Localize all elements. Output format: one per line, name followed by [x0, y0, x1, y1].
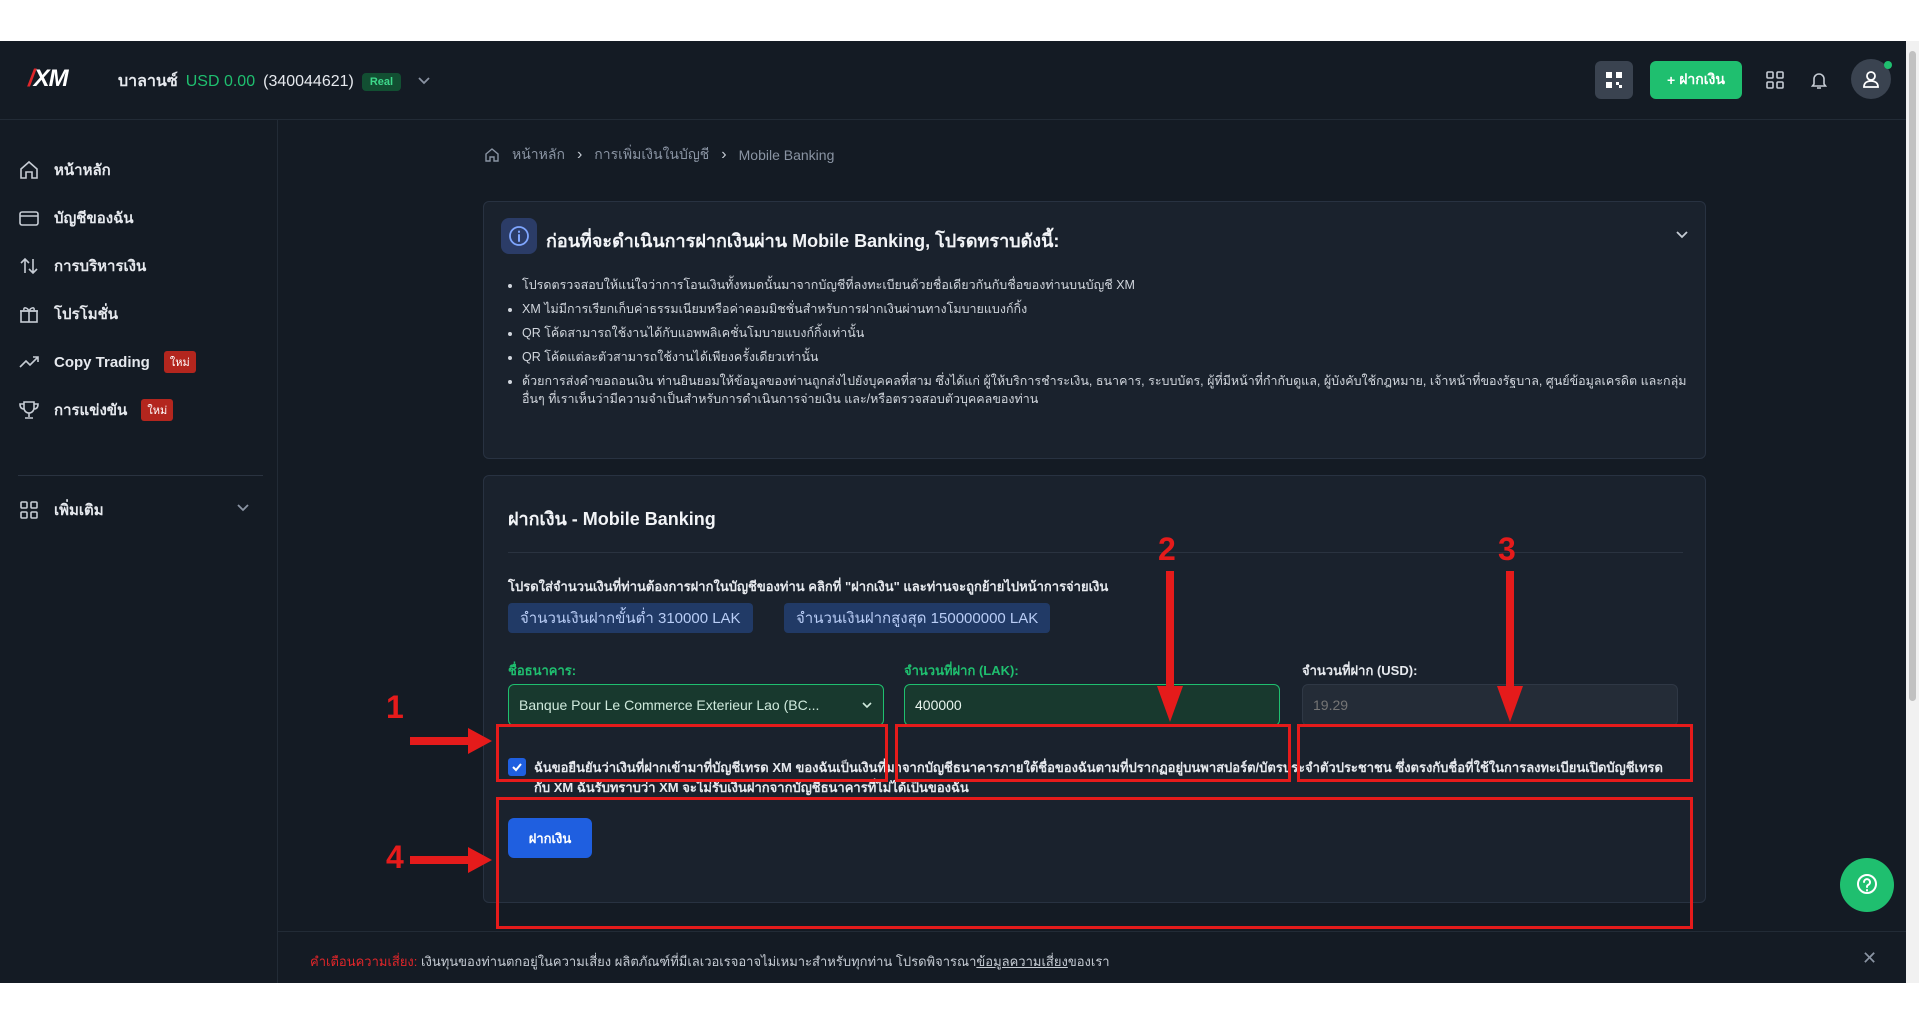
user-icon [1863, 71, 1879, 88]
amount-usd-input [1302, 684, 1678, 726]
sidebar-item-promotions[interactable]: โปรโมชั่น [18, 299, 118, 329]
chevron-down-icon[interactable] [1674, 226, 1690, 247]
wallet-icon [19, 211, 39, 226]
breadcrumb-deposit[interactable]: การเพิ่มเงินในบัญชี [594, 144, 709, 166]
sidebar: หน้าหลัก บัญชีของฉัน การบริหารเงิน โปรโม… [0, 120, 278, 983]
annotation-box-1 [496, 724, 888, 782]
help-icon [1857, 874, 1877, 894]
annotation-number-1: 1 [386, 689, 404, 725]
balance-amount: USD 0.00 [185, 72, 256, 90]
scrollbar-thumb[interactable] [1909, 51, 1916, 701]
risk-warning-text: คำเตือนความเสี่ยง: เงินทุนของท่านตกอยู่ใ… [310, 951, 1110, 972]
apps-grid-icon[interactable] [1762, 67, 1788, 93]
min-deposit-badge: จำนวนเงินฝากขั้นต่ำ 310000 LAK [508, 603, 753, 633]
info-icon [501, 218, 537, 254]
bell-icon[interactable] [1806, 67, 1832, 93]
xm-logo[interactable]: /XM [28, 65, 69, 93]
chevron-down-icon [862, 702, 872, 709]
chevron-down-icon[interactable] [236, 500, 250, 519]
risk-warning-body: เงินทุนของท่านตกอยู่ในความเสี่ยง ผลิตภัณ… [421, 954, 977, 969]
app-window: /XM บาลานซ์ USD 0.00 (340044621) Real + … [0, 41, 1906, 983]
bank-label: ชื่อธนาคาร: [508, 663, 577, 678]
deposit-description: โปรดใส่จำนวนเงินที่ท่านต้องการฝากในบัญชี… [508, 579, 1109, 594]
sidebar-item-more[interactable]: เพิ่มเติม [18, 495, 104, 525]
new-badge: ใหม่ [141, 399, 174, 421]
risk-warning-footer: คำเตือนความเสี่ยง: เงินทุนของท่านตกอยู่ใ… [278, 931, 1906, 983]
annotation-box-3 [1297, 724, 1693, 782]
sidebar-divider [18, 475, 263, 476]
risk-info-link[interactable]: ข้อมูลความเสี่ยง [976, 954, 1067, 969]
amount-usd-label: จำนวนที่ฝาก (USD): [1302, 663, 1418, 678]
annotation-arrow-3 [1497, 571, 1523, 722]
sidebar-item-funds[interactable]: การบริหารเงิน [18, 251, 146, 281]
breadcrumb: หน้าหลัก › การเพิ่มเงินในบัญชี › Mobile … [484, 144, 834, 166]
online-status-dot [1884, 61, 1892, 69]
account-type-badge: Real [361, 72, 402, 91]
trophy-icon [19, 401, 39, 419]
sidebar-item-label: Copy Trading [54, 353, 150, 371]
annotation-number-4: 4 [386, 839, 404, 875]
sidebar-item-home[interactable]: หน้าหลัก [18, 155, 111, 185]
gift-icon [20, 307, 38, 323]
qr-code-icon [1606, 72, 1622, 88]
sidebar-item-label: หน้าหลัก [54, 162, 111, 179]
sidebar-item-label: เพิ่มเติม [54, 502, 104, 519]
plus-icon: + [1667, 72, 1676, 88]
annotation-box-2 [895, 724, 1291, 782]
risk-warning-suffix: ของเรา [1067, 954, 1110, 969]
transfer-icon [20, 257, 38, 275]
sidebar-item-label: การบริหารเงิน [54, 258, 147, 275]
breadcrumb-home[interactable]: หน้าหลัก [512, 144, 565, 166]
help-chat-button[interactable] [1840, 858, 1894, 912]
close-icon[interactable]: ✕ [1862, 948, 1877, 969]
list-item: โปรดตรวจสอบให้แน่ใจว่าการโอนเงินทั้งหมดน… [522, 276, 1702, 294]
grid-icon [20, 501, 38, 519]
header-deposit-button[interactable]: + ฝากเงิน [1650, 61, 1742, 99]
user-avatar[interactable] [1851, 59, 1892, 99]
annotation-arrow-2 [1157, 571, 1183, 722]
list-item: XM ไม่มีการเรียกเก็บค่าธรรมเนียมหรือค่าค… [522, 300, 1702, 318]
list-item: ด้วยการส่งคำขอถอนเงิน ท่านยินยอมให้ข้อมู… [522, 372, 1702, 408]
amount-lak-label: จำนวนที่ฝาก (LAK): [904, 663, 1019, 678]
chevron-right-icon: › [576, 146, 583, 163]
balance-label: บาลานซ์ [118, 73, 178, 90]
chevron-right-icon: › [721, 146, 727, 163]
sidebar-item-copy-trading[interactable]: Copy Trading ใหม่ [18, 347, 196, 377]
annotation-box-4 [496, 797, 1693, 929]
annotation-number-2: 2 [1158, 531, 1176, 567]
info-panel: ก่อนที่จะดำเนินการฝากเงินผ่าน Mobile Ban… [483, 201, 1706, 459]
page-scrollbar[interactable] [1906, 41, 1919, 983]
sidebar-item-label: การแข่งขัน [54, 402, 128, 419]
breadcrumb-current: Mobile Banking [738, 147, 835, 163]
chevron-down-icon[interactable] [417, 73, 431, 90]
deposit-title: ฝากเงิน - Mobile Banking [508, 509, 716, 529]
annotation-arrow-4 [410, 847, 492, 873]
sidebar-item-label: บัญชีของฉัน [54, 210, 134, 227]
risk-warning-label: คำเตือนความเสี่ยง: [310, 954, 418, 969]
list-item: QR โค้ดแต่ละตัวสามารถใช้งานได้เพียงครั้ง… [522, 348, 1702, 366]
bank-select[interactable]: Banque Pour Le Commerce Exterieur Lao (B… [508, 684, 884, 726]
bank-select-value: Banque Pour Le Commerce Exterieur Lao (B… [519, 697, 820, 713]
new-badge: ใหม่ [163, 351, 196, 373]
header-deposit-label: ฝากเงิน [1679, 71, 1725, 87]
account-number: (340044621) [263, 72, 354, 90]
top-header: /XM บาลานซ์ USD 0.00 (340044621) Real + … [0, 41, 1906, 120]
home-icon[interactable] [484, 147, 500, 163]
sidebar-item-competitions[interactable]: การแข่งขัน ใหม่ [18, 395, 174, 425]
max-deposit-badge: จำนวนเงินฝากสูงสุด 150000000 LAK [784, 603, 1051, 633]
qr-code-button[interactable] [1595, 61, 1633, 99]
amount-lak-input[interactable] [904, 684, 1280, 726]
sidebar-item-my-accounts[interactable]: บัญชีของฉัน [18, 203, 134, 233]
info-list: โปรดตรวจสอบให้แน่ใจว่าการโอนเงินทั้งหมดน… [506, 276, 1702, 414]
info-title: ก่อนที่จะดำเนินการฝากเงินผ่าน Mobile Ban… [546, 231, 1060, 251]
annotation-number-3: 3 [1498, 531, 1516, 567]
list-item: QR โค้ดสามารถใช้งานได้กับแอพพลิเคชั่นโมบ… [522, 324, 1702, 342]
home-icon [20, 160, 38, 179]
balance-selector[interactable]: บาลานซ์ USD 0.00 (340044621) Real [118, 69, 431, 94]
annotation-arrow-1 [410, 728, 492, 754]
trend-icon [19, 356, 39, 368]
sidebar-item-label: โปรโมชั่น [54, 306, 119, 323]
